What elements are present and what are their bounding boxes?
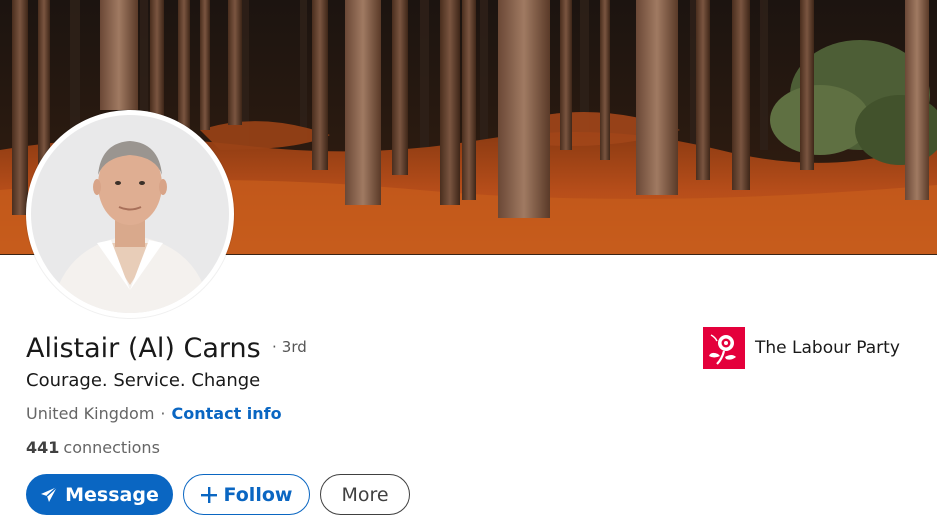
location-row: United Kingdom · Contact info: [26, 402, 282, 426]
more-button-label: More: [341, 483, 389, 506]
connection-degree: · 3rd: [272, 336, 307, 358]
contact-info-link[interactable]: Contact info: [172, 402, 282, 426]
avatar-photo: [31, 115, 229, 313]
current-organization[interactable]: The Labour Party: [703, 326, 900, 370]
location-separator: ·: [160, 404, 166, 423]
degree-separator: ·: [272, 338, 277, 356]
profile-avatar[interactable]: [26, 110, 234, 318]
message-button[interactable]: Message: [26, 474, 173, 515]
more-button[interactable]: More: [320, 474, 410, 515]
connections-label: connections: [63, 438, 160, 457]
plus-icon: [200, 486, 217, 503]
paper-plane-icon: [40, 485, 58, 504]
degree-label: 3rd: [281, 338, 307, 356]
profile-card: Alistair (Al) Carns · 3rd Courage. Servic…: [0, 0, 937, 532]
follow-button[interactable]: Follow: [183, 474, 310, 515]
profile-headline: Courage. Service. Change: [26, 370, 261, 391]
connections-count: 441 connections: [26, 436, 160, 460]
message-button-label: Message: [65, 483, 159, 506]
organization-name: The Labour Party: [755, 338, 900, 358]
labour-rose-logo: [703, 327, 745, 369]
connections-number: 441: [26, 438, 60, 457]
profile-location: United Kingdom: [26, 404, 155, 423]
follow-button-label: Follow: [223, 483, 293, 506]
profile-name: Alistair (Al) Carns: [26, 333, 261, 364]
